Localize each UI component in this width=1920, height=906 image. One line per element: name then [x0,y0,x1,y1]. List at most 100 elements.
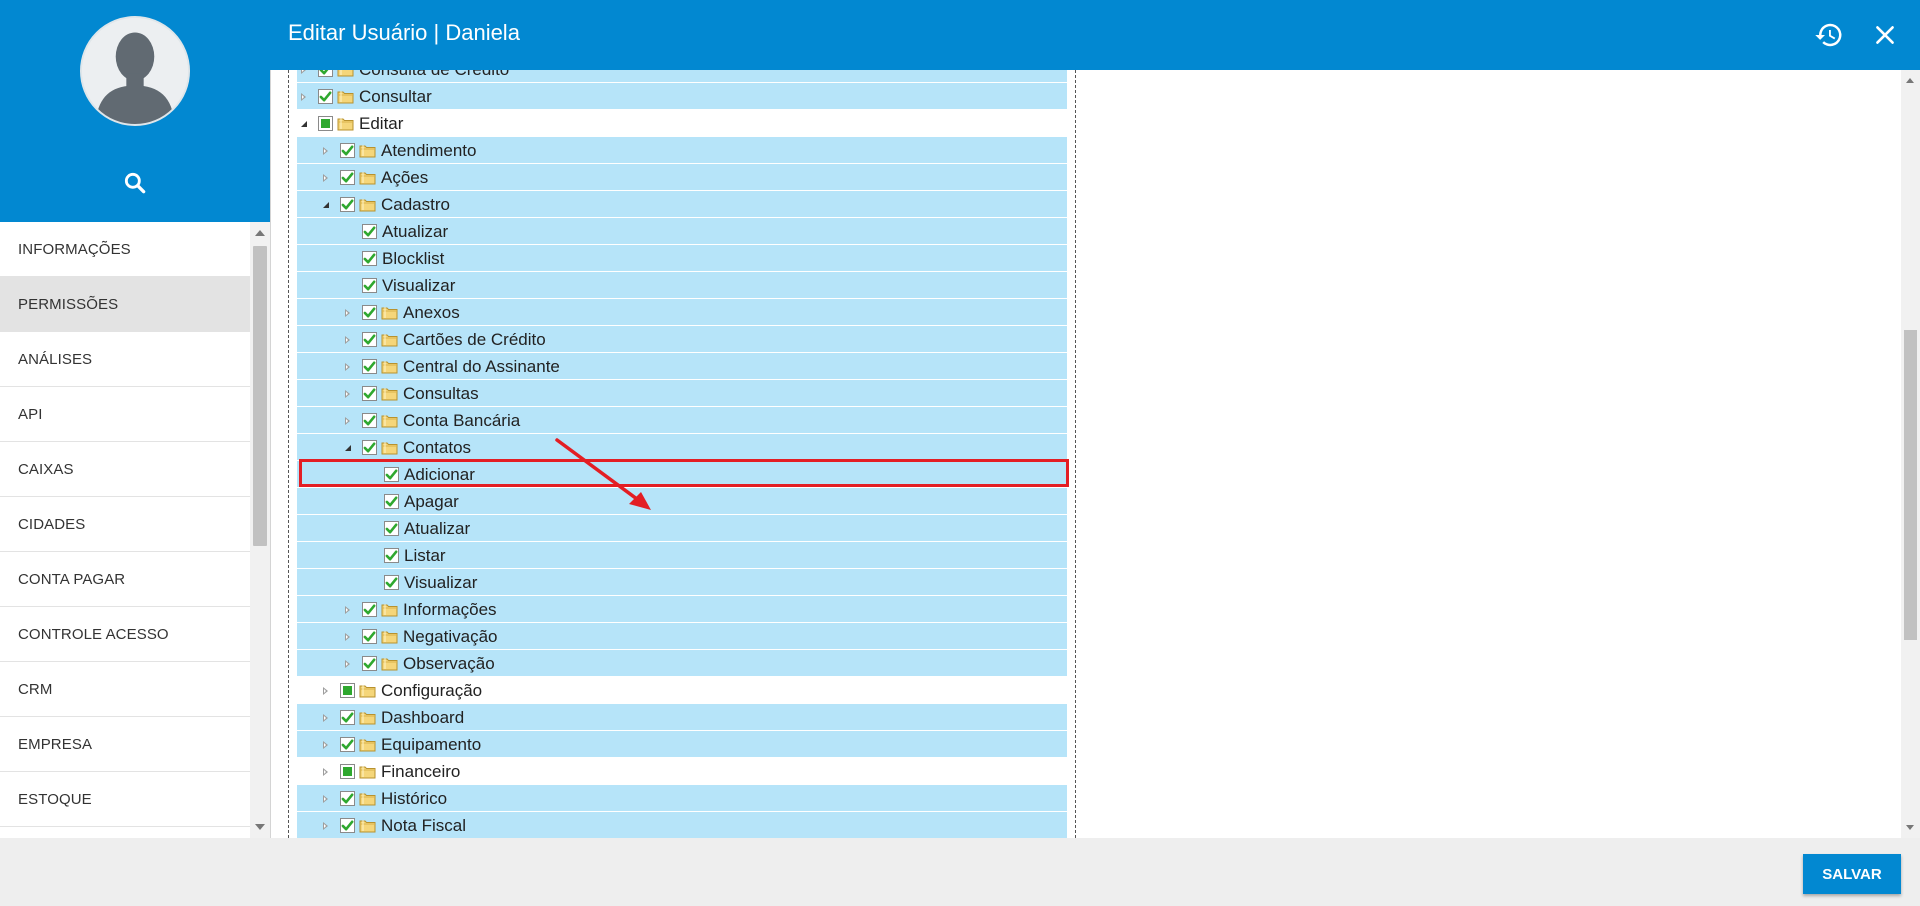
tree-node[interactable]: Consultas [297,380,1067,407]
tree-node-label[interactable]: Listar [404,546,446,566]
collapse-icon[interactable] [323,202,329,208]
checkbox-icon[interactable] [384,467,399,482]
expand-icon[interactable] [323,795,328,803]
tree-node-label[interactable]: Atendimento [381,141,476,161]
tree-node-label[interactable]: Dashboard [381,708,464,728]
expand-icon[interactable] [345,660,350,668]
expand-icon[interactable] [323,687,328,695]
checkbox-icon[interactable] [362,305,377,320]
tree-node[interactable]: Nota Fiscal [297,812,1067,838]
sidebar-item-6[interactable]: CONTA PAGAR [0,552,250,607]
tree-node[interactable]: Atualizar [297,515,1067,542]
checkbox-icon[interactable] [318,116,333,131]
tree-node[interactable]: Financeiro [297,758,1067,785]
tree-node-label[interactable]: Configuração [381,681,482,701]
tree-node-label[interactable]: Nota Fiscal [381,816,466,836]
expand-icon[interactable] [323,714,328,722]
tree-node-label[interactable]: Contatos [403,438,471,458]
expand-icon[interactable] [323,822,328,830]
tree-node[interactable]: Central do Assinante [297,353,1067,380]
tree-node-label[interactable]: Financeiro [381,762,460,782]
close-icon[interactable] [1872,22,1898,48]
tree-node-label[interactable]: Blocklist [382,249,444,269]
expand-icon[interactable] [345,390,350,398]
tree-node-label[interactable]: Apagar [404,492,459,512]
checkbox-icon[interactable] [362,359,377,374]
checkbox-icon[interactable] [340,818,355,833]
checkbox-icon[interactable] [384,494,399,509]
tree-node-label[interactable]: Observação [403,654,495,674]
tree-node-label[interactable]: Informações [403,600,497,620]
checkbox-icon[interactable] [362,440,377,455]
tree-node[interactable]: Listar [297,542,1067,569]
tree-node-label[interactable]: Adicionar [404,465,475,485]
tree-node[interactable]: Conta Bancária [297,407,1067,434]
sidebar-item-10[interactable]: ESTOQUE [0,772,250,827]
tree-node-label[interactable]: Equipamento [381,735,481,755]
checkbox-icon[interactable] [362,656,377,671]
checkbox-icon[interactable] [318,70,333,77]
sidebar-scrollbar[interactable] [250,222,270,838]
tree-node[interactable]: Anexos [297,299,1067,326]
sidebar-item-0[interactable]: INFORMAÇÕES [0,222,250,277]
tree-node-label[interactable]: Ações [381,168,428,188]
expand-icon[interactable] [345,363,350,371]
expand-icon[interactable] [301,93,306,101]
tree-node-label[interactable]: Atualizar [404,519,470,539]
expand-icon[interactable] [323,768,328,776]
scrollbar-thumb[interactable] [1904,330,1917,640]
scroll-up-icon[interactable] [1906,78,1914,83]
tree-node[interactable]: Ações [297,164,1067,191]
history-icon[interactable] [1814,20,1844,50]
sidebar-item-7[interactable]: CONTROLE ACESSO [0,607,250,662]
sidebar-item-9[interactable]: EMPRESA [0,717,250,772]
checkbox-icon[interactable] [340,143,355,158]
scroll-down-icon[interactable] [1906,825,1914,830]
checkbox-icon[interactable] [362,629,377,644]
expand-icon[interactable] [323,174,328,182]
expand-icon[interactable] [323,741,328,749]
checkbox-icon[interactable] [340,737,355,752]
tree-node[interactable]: Histórico [297,785,1067,812]
expand-icon[interactable] [345,417,350,425]
content-scrollbar[interactable] [1901,70,1920,838]
scroll-down-icon[interactable] [255,824,265,830]
expand-icon[interactable] [345,633,350,641]
expand-icon[interactable] [301,70,306,74]
tree-node[interactable]: Observação [297,650,1067,677]
tree-node[interactable]: Cartões de Crédito [297,326,1067,353]
checkbox-icon[interactable] [362,413,377,428]
tree-node[interactable]: Cadastro [297,191,1067,218]
tree-node-label[interactable]: Visualizar [382,276,455,296]
checkbox-icon[interactable] [340,170,355,185]
checkbox-icon[interactable] [384,548,399,563]
checkbox-icon[interactable] [362,332,377,347]
checkbox-icon[interactable] [362,251,377,266]
tree-node-label[interactable]: Cadastro [381,195,450,215]
collapse-icon[interactable] [301,121,307,127]
scrollbar-thumb[interactable] [253,246,267,546]
checkbox-icon[interactable] [384,575,399,590]
tree-node[interactable]: Atualizar [297,218,1067,245]
tree-node[interactable]: Negativação [297,623,1067,650]
search-icon[interactable] [122,170,148,196]
checkbox-icon[interactable] [340,710,355,725]
tree-node-label[interactable]: Cartões de Crédito [403,330,546,350]
checkbox-icon[interactable] [362,386,377,401]
checkbox-icon[interactable] [362,278,377,293]
checkbox-icon[interactable] [362,602,377,617]
tree-node[interactable]: Informações [297,596,1067,623]
tree-node[interactable]: Editar [297,110,1067,137]
sidebar-item-5[interactable]: CIDADES [0,497,250,552]
tree-node-label[interactable]: Anexos [403,303,460,323]
checkbox-icon[interactable] [340,197,355,212]
sidebar-item-3[interactable]: API [0,387,250,442]
tree-node[interactable]: Contatos [297,434,1067,461]
tree-node[interactable]: Consultar [297,83,1067,110]
tree-node-label[interactable]: Consulta de Crédito [359,70,509,80]
tree-node[interactable]: Consulta de Crédito [297,70,1067,83]
tree-node-label[interactable]: Atualizar [382,222,448,242]
checkbox-icon[interactable] [340,764,355,779]
sidebar-item-1[interactable]: PERMISSÕES [0,277,250,332]
checkbox-icon[interactable] [362,224,377,239]
